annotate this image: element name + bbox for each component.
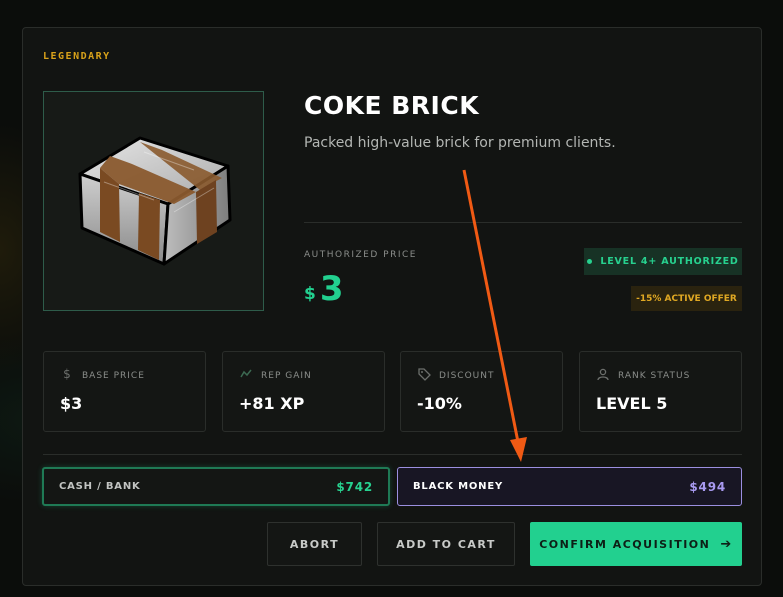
abort-button[interactable]: ABORT — [267, 522, 362, 566]
purchase-panel: LEGENDARY COKE BRICK Packed high-value b… — [22, 27, 762, 586]
item-description: Packed high-value brick for premium clie… — [304, 135, 616, 151]
stat-rank-status: RANK STATUS LEVEL 5 — [579, 351, 742, 432]
offer-badge-label: -15% ACTIVE OFFER — [636, 293, 737, 304]
stat-label: RANK STATUS — [618, 371, 691, 381]
confirm-acquisition-button[interactable]: CONFIRM ACQUISITION ➔ — [530, 522, 742, 566]
stat-base-price: $ BASE PRICE $3 — [43, 351, 206, 432]
tag-icon — [417, 367, 431, 381]
item-image — [43, 91, 264, 311]
dollar-icon: $ — [63, 367, 71, 381]
item-title: COKE BRICK — [304, 91, 480, 120]
price-label: AUTHORIZED PRICE — [304, 250, 417, 260]
price-amount: 3 — [319, 269, 344, 309]
confirm-label: CONFIRM ACQUISITION — [539, 537, 711, 551]
pay-option-label: CASH / BANK — [59, 481, 141, 492]
authorized-price: $3 — [304, 269, 344, 309]
pay-cash-bank-option[interactable]: CASH / BANK $742 — [42, 467, 390, 506]
stat-value: +81 XP — [239, 394, 305, 413]
pay-option-label: BLACK MONEY — [413, 481, 503, 492]
stat-value: LEVEL 5 — [596, 394, 668, 413]
stat-label: DISCOUNT — [439, 371, 495, 381]
stat-label: BASE PRICE — [82, 371, 145, 381]
authorized-badge: LEVEL 4+ AUTHORIZED — [584, 248, 742, 275]
rarity-label: LEGENDARY — [43, 51, 111, 62]
user-icon — [596, 367, 610, 381]
rep-icon — [239, 367, 253, 381]
divider — [43, 454, 742, 455]
stat-label: REP GAIN — [261, 371, 312, 381]
pay-option-amount: $742 — [336, 479, 373, 494]
coke-brick-icon — [78, 136, 232, 266]
authorized-badge-label: LEVEL 4+ AUTHORIZED — [600, 256, 739, 267]
pay-option-amount: $494 — [689, 479, 726, 494]
offer-badge: -15% ACTIVE OFFER — [631, 286, 742, 311]
price-currency: $ — [304, 284, 316, 304]
stat-rep-gain: REP GAIN +81 XP — [222, 351, 385, 432]
stat-value: $3 — [60, 394, 83, 413]
add-to-cart-button[interactable]: ADD TO CART — [377, 522, 515, 566]
arrow-right-icon: ➔ — [720, 536, 733, 552]
pay-black-money-option[interactable]: BLACK MONEY $494 — [397, 467, 742, 506]
divider — [304, 222, 742, 223]
stat-discount: DISCOUNT -10% — [400, 351, 563, 432]
status-dot-icon — [587, 259, 593, 264]
stat-value: -10% — [417, 394, 462, 413]
